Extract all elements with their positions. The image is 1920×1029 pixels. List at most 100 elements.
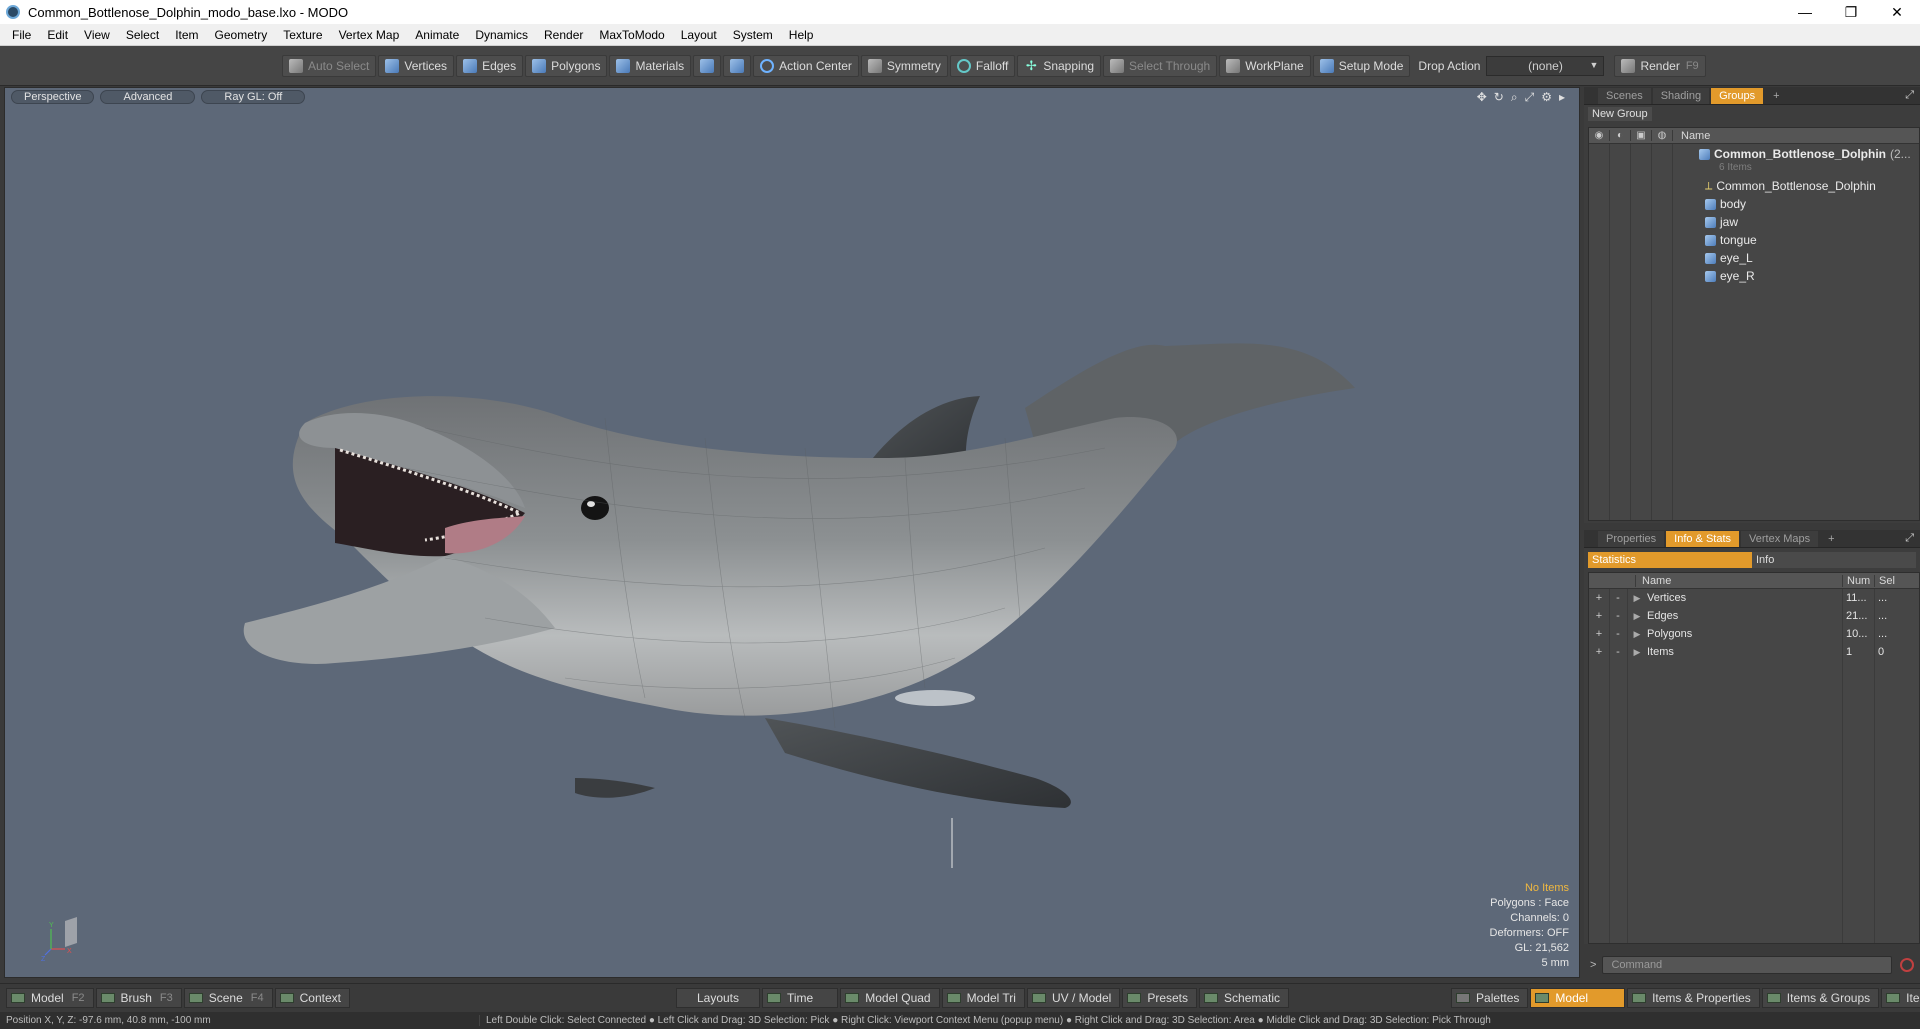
edges-button[interactable]: Edges [456, 54, 524, 77]
workplane-button[interactable]: WorkPlane [1219, 54, 1311, 77]
add-tab-icon[interactable]: + [1765, 88, 1787, 104]
context-layout-button[interactable]: Context [274, 987, 350, 1008]
tab-properties[interactable]: Properties [1598, 530, 1665, 547]
items-shading-tab[interactable]: Items & Shading [1881, 987, 1920, 1008]
menu-layout[interactable]: Layout [673, 28, 725, 42]
palettes-button[interactable]: Palettes [1451, 987, 1529, 1008]
chevron-right-icon[interactable]: ▸ [1559, 90, 1565, 105]
uv-model-button[interactable]: UV / Model [1026, 987, 1121, 1008]
table-row[interactable]: + - ▶ Edges 21... ... [1589, 607, 1919, 625]
snapping-button[interactable]: ✢ Snapping [1017, 54, 1102, 77]
menu-system[interactable]: System [725, 28, 781, 42]
vertices-button[interactable]: Vertices [378, 54, 455, 77]
items-properties-tab[interactable]: Items & Properties [1627, 987, 1760, 1008]
close-button[interactable]: ✕ [1874, 0, 1920, 24]
setup-mode-button[interactable]: Setup Mode [1312, 54, 1411, 77]
tree-item-body[interactable]: body [1705, 195, 1746, 213]
tree-root-group[interactable]: Common_Bottlenose_Dolphin (2... [1699, 145, 1911, 163]
menu-dynamics[interactable]: Dynamics [467, 28, 536, 42]
menu-help[interactable]: Help [781, 28, 822, 42]
menu-animate[interactable]: Animate [407, 28, 467, 42]
fit-icon[interactable]: ⤢ [1525, 90, 1535, 105]
tree-item-eye-r[interactable]: eye_R [1705, 267, 1755, 285]
expand-arrow-icon[interactable]: ▶ [1627, 611, 1647, 622]
menu-view[interactable]: View [76, 28, 118, 42]
command-history-icon[interactable]: > [1590, 959, 1596, 971]
visibility-column-icon[interactable]: ◉ [1589, 130, 1610, 141]
symmetry-button[interactable]: Symmetry [860, 54, 948, 77]
rotate-icon[interactable]: ↻ [1494, 90, 1504, 105]
action-center-button[interactable]: Action Center [753, 54, 859, 77]
select-through-button[interactable]: Select Through [1103, 54, 1218, 77]
add-icon[interactable]: + [1589, 610, 1609, 622]
model-quad-button[interactable]: Model Quad [840, 987, 940, 1008]
scene-layout-button[interactable]: Scene F4 [183, 987, 273, 1008]
table-row[interactable]: + - ▶ Items 1 0 [1589, 643, 1919, 661]
drop-action-dropdown[interactable]: (none) ▼ [1486, 55, 1605, 76]
panel-maximize-icon[interactable]: ⤢ [1905, 89, 1914, 102]
model-active-tab[interactable]: Model [1530, 987, 1626, 1008]
panel-maximize-icon[interactable]: ⤢ [1905, 532, 1914, 545]
zoom-icon[interactable]: ⌕ [1511, 90, 1518, 105]
menu-geometry[interactable]: Geometry [207, 28, 276, 42]
viewport-shading-menu[interactable]: Advanced [100, 90, 196, 104]
minimize-button[interactable]: — [1782, 0, 1828, 24]
expand-arrow-icon[interactable]: ▶ [1627, 647, 1647, 658]
falloff-button[interactable]: Falloff [949, 54, 1016, 77]
menu-vertex-map[interactable]: Vertex Map [331, 28, 408, 42]
auto-select-button[interactable]: Auto Select [282, 54, 377, 77]
menu-edit[interactable]: Edit [39, 28, 76, 42]
pan-icon[interactable]: ✥ [1477, 90, 1487, 105]
presets-button[interactable]: Presets [1122, 987, 1198, 1008]
viewport-view-menu[interactable]: Perspective [11, 90, 95, 104]
render-column-icon[interactable]: ◐ [1610, 130, 1631, 141]
3d-viewport[interactable]: Perspective Advanced Ray GL: Off ✥ ↻ ⌕ ⤢… [4, 87, 1580, 978]
new-group-button[interactable]: New Group [1588, 106, 1652, 121]
tree-item-tongue[interactable]: tongue [1705, 231, 1757, 249]
items-groups-tab[interactable]: Items & Groups [1761, 987, 1880, 1008]
remove-icon[interactable]: - [1609, 646, 1627, 658]
schematic-button[interactable]: Schematic [1199, 987, 1290, 1008]
select-column-icon[interactable]: ◍ [1652, 130, 1673, 141]
lock-column-icon[interactable]: ▣ [1631, 130, 1652, 141]
expand-arrow-icon[interactable]: ▶ [1627, 629, 1647, 640]
model-layout-button[interactable]: Model F2 [6, 987, 94, 1008]
gear-icon[interactable]: ⚙ [1541, 90, 1552, 105]
maximize-button[interactable]: ❐ [1828, 0, 1874, 24]
menu-texture[interactable]: Texture [275, 28, 330, 42]
render-button[interactable]: Render F9 [1614, 54, 1706, 77]
add-tab-icon[interactable]: + [1820, 531, 1842, 547]
table-row[interactable]: + - ▶ Vertices 11... ... [1589, 589, 1919, 607]
brush-layout-button[interactable]: Brush F3 [95, 987, 182, 1008]
remove-icon[interactable]: - [1609, 610, 1627, 622]
tree-item-eye-l[interactable]: eye_L [1705, 249, 1753, 267]
tree-item-jaw[interactable]: jaw [1705, 213, 1738, 231]
pivot-mode-button[interactable] [723, 54, 752, 77]
expand-arrow-icon[interactable]: ▶ [1627, 593, 1647, 604]
viewport-raygl-toggle[interactable]: Ray GL: Off [201, 90, 306, 104]
remove-icon[interactable]: - [1609, 592, 1627, 604]
menu-maxtomodo[interactable]: MaxToModo [591, 28, 672, 42]
remove-icon[interactable]: - [1609, 628, 1627, 640]
table-row[interactable]: + - ▶ Polygons 10... ... [1589, 625, 1919, 643]
subtab-statistics[interactable]: Statistics [1588, 551, 1752, 568]
add-icon[interactable]: + [1589, 628, 1609, 640]
layouts-button[interactable]: Layouts [675, 987, 760, 1008]
add-icon[interactable]: + [1589, 592, 1609, 604]
subtab-info[interactable]: Info [1752, 551, 1916, 568]
menu-file[interactable]: File [4, 28, 39, 42]
tab-vertex-maps[interactable]: Vertex Maps [1741, 530, 1819, 547]
polygons-button[interactable]: Polygons [525, 54, 608, 77]
menu-item[interactable]: Item [167, 28, 206, 42]
tab-shading[interactable]: Shading [1652, 87, 1710, 104]
record-macro-icon[interactable] [1900, 958, 1915, 972]
command-input[interactable]: Command [1602, 956, 1893, 974]
tree-item-locator[interactable]: ⟂ Common_Bottlenose_Dolphin [1705, 177, 1876, 195]
tab-groups[interactable]: Groups [1711, 87, 1764, 104]
time-button[interactable]: Time [762, 987, 839, 1008]
model-tri-button[interactable]: Model Tri [941, 987, 1025, 1008]
materials-button[interactable]: Materials [609, 54, 692, 77]
add-icon[interactable]: + [1589, 646, 1609, 658]
tab-scenes[interactable]: Scenes [1598, 87, 1651, 104]
menu-select[interactable]: Select [118, 28, 167, 42]
